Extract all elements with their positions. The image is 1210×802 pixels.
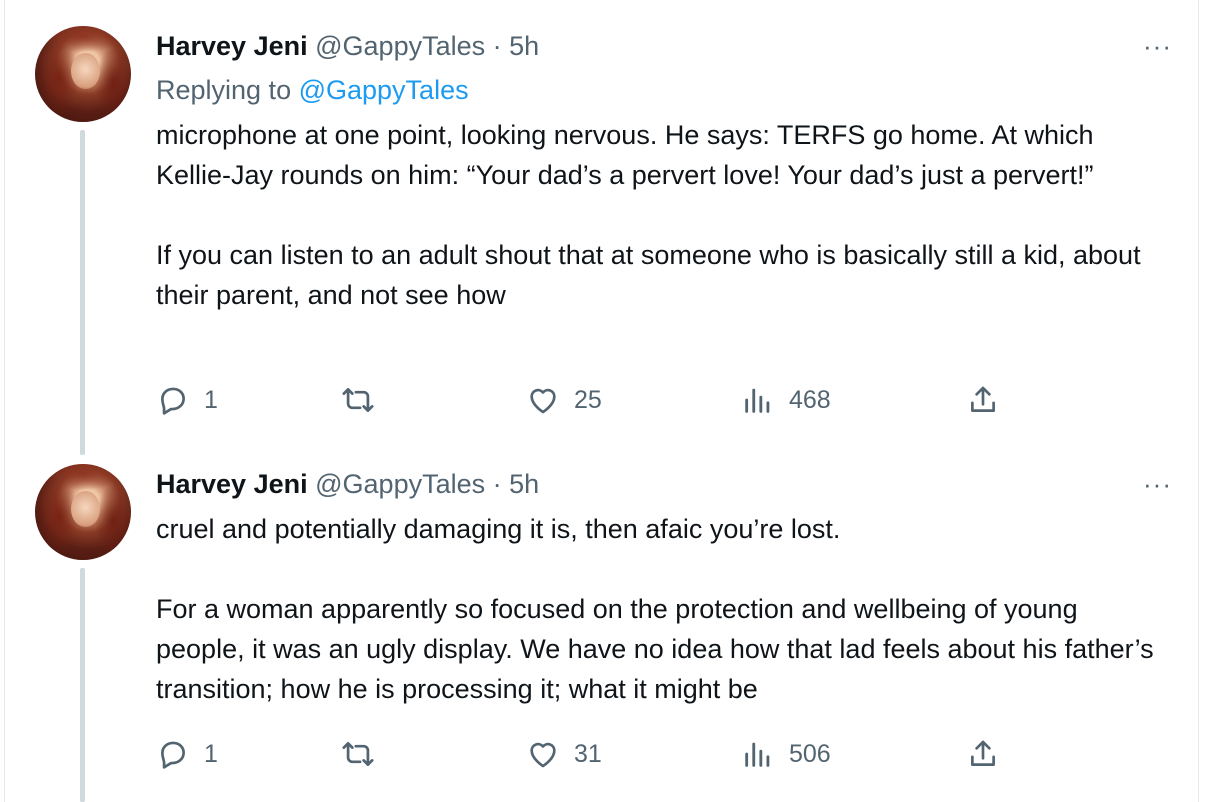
tweet-paragraph: If you can listen to an adult shout that…	[156, 240, 1141, 310]
views-button[interactable]: 506	[741, 734, 831, 774]
like-button[interactable]: 25	[526, 380, 602, 420]
thread-line-top	[80, 130, 85, 455]
views-count: 506	[789, 739, 831, 768]
like-count: 31	[574, 739, 602, 768]
thread-line-bottom	[80, 568, 85, 802]
views-icon	[745, 742, 770, 767]
replying-to: Replying to @GappyTales	[156, 73, 469, 107]
share-icon	[971, 386, 995, 412]
more-icon[interactable]: ···	[1143, 33, 1172, 59]
separator-dot: ·	[492, 469, 502, 499]
like-count: 25	[574, 385, 602, 414]
reply-count: 1	[204, 385, 218, 414]
like-icon	[530, 742, 556, 768]
retweet-icon	[342, 388, 374, 412]
retweet-button[interactable]	[341, 380, 389, 420]
share-button[interactable]	[966, 380, 1000, 420]
reply-icon	[161, 387, 185, 415]
retweet-icon	[342, 742, 374, 766]
avatar[interactable]	[35, 464, 131, 560]
reply-count: 1	[204, 739, 218, 768]
reply-button[interactable]: 1	[156, 380, 218, 420]
share-icon	[971, 740, 995, 766]
replying-prefix: Replying to	[156, 75, 299, 105]
tweet-paragraph: For a woman apparently so focused on the…	[156, 594, 1154, 704]
author-handle[interactable]: @GappyTales	[315, 31, 485, 61]
tweet-header: Harvey Jeni @GappyTales · 5h	[156, 29, 539, 63]
timestamp[interactable]: 5h	[509, 31, 539, 61]
avatar[interactable]	[35, 26, 131, 122]
author-handle[interactable]: @GappyTales	[315, 469, 485, 499]
reply-button[interactable]: 1	[156, 734, 218, 774]
views-button[interactable]: 468	[741, 380, 831, 420]
views-icon	[745, 388, 770, 413]
tweet-paragraph: cruel and potentially damaging it is, th…	[156, 514, 841, 544]
reply-icon	[161, 741, 185, 769]
more-icon[interactable]: ···	[1143, 471, 1172, 497]
tweet-paragraph: microphone at one point, looking nervous…	[156, 120, 1094, 190]
author-name[interactable]: Harvey Jeni	[156, 469, 308, 499]
separator-dot: ·	[492, 31, 502, 61]
views-count: 468	[789, 385, 831, 414]
timestamp[interactable]: 5h	[509, 469, 539, 499]
retweet-button[interactable]	[341, 734, 389, 774]
tweet-text: microphone at one point, looking nervous…	[156, 115, 1171, 315]
author-name[interactable]: Harvey Jeni	[156, 31, 308, 61]
like-button[interactable]: 31	[526, 734, 602, 774]
tweet-header: Harvey Jeni @GappyTales · 5h	[156, 467, 539, 501]
replying-handle-link[interactable]: @GappyTales	[299, 75, 469, 105]
like-icon	[530, 388, 556, 414]
share-button[interactable]	[966, 734, 1000, 774]
tweet-text: cruel and potentially damaging it is, th…	[156, 509, 1171, 709]
